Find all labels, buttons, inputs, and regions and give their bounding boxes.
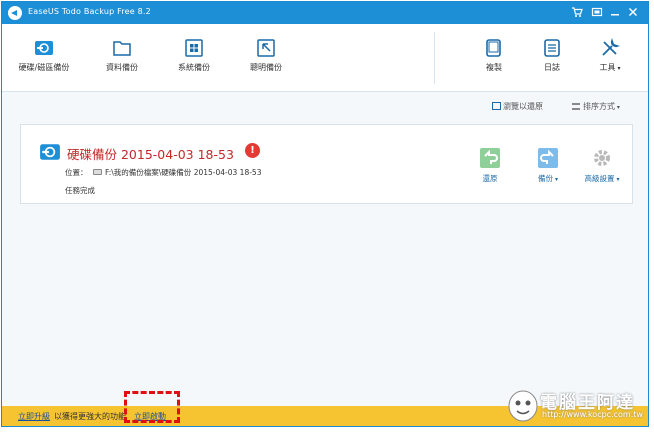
smart-backup-button[interactable]: 聰明備份 — [236, 38, 296, 73]
backup-icon — [537, 147, 559, 169]
location-label: 位置： — [65, 168, 88, 177]
system-backup-button[interactable]: 系統備份 — [164, 38, 224, 73]
gear-icon — [591, 147, 613, 169]
tools-label: 工具 ▾ — [599, 63, 621, 72]
tools-button[interactable]: 工具 ▾ — [580, 38, 640, 73]
location-value: F:\我的備份檔案\硬碟備份 2015-04-03 18-53 — [105, 168, 262, 177]
close-icon[interactable] — [626, 6, 640, 20]
clone-icon — [484, 38, 504, 58]
backup-task-card[interactable]: 硬碟備份 2015-04-03 18-53 ! 位置： F:\我的備份檔案\硬碟… — [20, 124, 633, 204]
chevron-down-icon: ▾ — [553, 176, 558, 183]
disk-backup-icon — [39, 141, 61, 165]
log-label: 日誌 — [544, 63, 560, 72]
restore-label: 還原 — [482, 174, 498, 183]
restore-icon — [479, 147, 501, 169]
restore-window-icon[interactable] — [590, 6, 604, 20]
advanced-settings-label: 高級設置 ▾ — [584, 174, 620, 183]
watermark-url: http://www.kocpc.com.tw — [542, 410, 643, 419]
cart-icon[interactable] — [570, 6, 584, 20]
restore-button[interactable]: 還原 — [465, 147, 515, 184]
backup-button[interactable]: 備份 ▾ — [523, 147, 573, 184]
task-status: 任務完成 — [65, 186, 95, 195]
file-backup-label: 資料備份 — [106, 63, 138, 72]
disk-partition-backup-label: 硬碟/磁區備份 — [18, 63, 70, 72]
chevron-down-icon: ▾ — [614, 176, 620, 183]
main-toolbar: 硬碟/磁區備份 資料備份 系統備份 聰明備份 複製 日誌 工具 ▾ — [2, 24, 648, 92]
log-icon — [542, 38, 562, 58]
watermark: 電腦王阿達 http://www.kocpc.com.tw — [506, 384, 646, 428]
backup-task-title: 硬碟備份 2015-04-03 18-53 — [67, 147, 234, 162]
window-title: EaseUS Todo Backup Free 8.2 — [28, 7, 151, 16]
minimize-icon[interactable] — [608, 6, 622, 20]
secondary-toolbar: 瀏覽以還原 排序方式 ▾ — [2, 98, 648, 116]
sort-by-button[interactable]: 排序方式 ▾ — [572, 101, 620, 112]
watermark-mascot-icon — [508, 390, 538, 422]
tools-icon — [600, 38, 620, 58]
app-window: EaseUS Todo Backup Free 8.2 硬碟/磁區備份 資料備份 — [1, 1, 649, 427]
system-backup-label: 系統備份 — [178, 63, 210, 72]
folder-icon — [112, 38, 132, 58]
clone-button[interactable]: 複製 — [464, 38, 524, 73]
disk-backup-icon — [34, 38, 54, 58]
drive-icon — [93, 169, 102, 175]
clone-label: 複製 — [486, 63, 502, 72]
chevron-down-icon: ▾ — [615, 65, 621, 72]
browse-to-restore-button[interactable]: 瀏覽以還原 — [492, 101, 543, 112]
highlight-annotation — [124, 391, 180, 423]
smart-cursor-icon — [256, 38, 276, 58]
log-button[interactable]: 日誌 — [522, 38, 582, 73]
upgrade-description: 以獲得更強大的功能 — [54, 412, 126, 421]
upgrade-now-link[interactable]: 立即升級 — [18, 411, 50, 422]
advanced-settings-button[interactable]: 高級設置 ▾ — [577, 147, 627, 184]
disk-partition-backup-button[interactable]: 硬碟/磁區備份 — [14, 38, 74, 73]
sort-icon — [572, 103, 580, 110]
app-logo-icon — [8, 6, 22, 20]
windows-icon — [184, 38, 204, 58]
toolbar-divider — [434, 32, 435, 84]
chevron-down-icon: ▾ — [615, 104, 620, 111]
alert-icon[interactable]: ! — [245, 143, 260, 158]
smart-backup-label: 聰明備份 — [250, 63, 282, 72]
search-folder-icon — [492, 102, 501, 110]
title-bar: EaseUS Todo Backup Free 8.2 — [2, 2, 648, 24]
backup-label: 備份 ▾ — [538, 174, 558, 183]
file-backup-button[interactable]: 資料備份 — [92, 38, 152, 73]
